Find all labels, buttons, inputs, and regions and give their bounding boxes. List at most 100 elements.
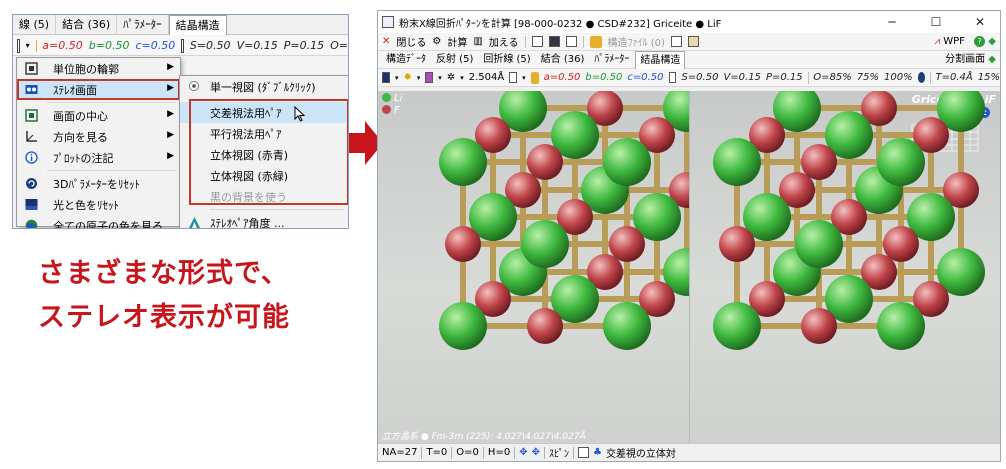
submenu-item-anaglyph-red-blue[interactable]: 立体視図 (赤青)	[180, 144, 348, 165]
maximize-button[interactable]: ☐	[916, 11, 956, 33]
globe-icon	[25, 219, 38, 228]
opacity-100[interactable]: 100%	[884, 72, 913, 83]
status-separator	[421, 446, 423, 459]
menu-item-reset-3d[interactable]: 3Dﾊﾟﾗﾒｰﾀｰをﾘｾｯﾄ	[17, 173, 180, 194]
menu-item-label: 単位胞の輪郭	[53, 62, 119, 76]
caption-line-1: さまざまな形式で、	[38, 258, 289, 289]
tab-crystal-structure[interactable]: 結晶構造	[168, 15, 227, 35]
dropdown-arrow-icon[interactable]: ▾	[395, 74, 399, 82]
menu-item-label: 立体視図 (赤青)	[210, 148, 289, 162]
toolbar-separator	[929, 71, 931, 84]
param-a: a=0.50	[543, 72, 581, 83]
status-separator	[482, 446, 484, 459]
dropdown-arrow-icon[interactable]: ▾	[417, 74, 421, 82]
toolbar-separator	[807, 71, 809, 84]
tab-diffraction-lines[interactable]: 回折線 (5)	[479, 51, 534, 69]
status-separator	[543, 446, 545, 459]
menu-item-view-direction[interactable]: 方向を見る ▶	[17, 126, 180, 147]
folder-icon[interactable]	[687, 36, 699, 47]
param-o: O=	[330, 39, 349, 52]
dropdown-arrow-icon[interactable]: ▾	[26, 41, 30, 50]
param-c: c=0.50	[135, 39, 176, 52]
menu-item-reset-light[interactable]: 光と色をﾘｾｯﾄ	[17, 194, 180, 215]
tab-parameters[interactable]: ﾊﾟﾗﾒｰﾀｰ	[590, 51, 633, 69]
help-icon[interactable]: ?	[974, 36, 986, 47]
menu-screenshot: 線 (5) 結合 (36) ﾊﾟﾗﾒｰﾀｰ 結晶構造 ▾ a=0.50 b=0.…	[12, 14, 349, 229]
distance-value[interactable]: 2.504Å	[469, 72, 504, 83]
dropdown-arrow-icon[interactable]: ▾	[460, 74, 464, 82]
atom-f	[527, 308, 563, 344]
atom-li	[603, 138, 651, 186]
tab-reflections[interactable]: 反射 (5)	[432, 51, 477, 69]
minimize-button[interactable]: ─	[872, 11, 912, 33]
dropdown-arrow-icon[interactable]: ▾	[438, 74, 442, 82]
submenu-item-anaglyph-red-green[interactable]: 立体視図 (赤緑)	[180, 165, 348, 186]
submenu-item-stereo-angle[interactable]: ｽﾃﾚｵﾍﾟｱ角度 ...	[180, 212, 348, 228]
club-icon: ♣	[592, 447, 602, 458]
dropdown-arrow-icon[interactable]: ▾	[522, 74, 526, 82]
tab-bonds[interactable]: 結合 (36)	[537, 51, 589, 69]
add-button[interactable]: 加える	[489, 34, 519, 49]
menu-item-plot-annotation[interactable]: ﾌﾟﾛｯﾄの注記 ▶	[17, 147, 180, 168]
structure-file-button[interactable]: 構造ﾌｧｲﾙ (0)	[608, 34, 665, 49]
chevron-right-icon: ▶	[167, 109, 174, 119]
reset-icon[interactable]	[917, 72, 925, 83]
stereo-icon	[25, 85, 38, 94]
grid-icon[interactable]	[509, 72, 518, 83]
atom-li	[795, 220, 843, 268]
save-icon[interactable]	[548, 36, 560, 47]
stereo-viewport[interactable]: Li F Griceite ● LiF a b c 立方晶系 ● Fm-3m (…	[378, 91, 1000, 445]
copy-icon[interactable]	[565, 36, 577, 47]
opacity-75[interactable]: 75%	[857, 72, 879, 83]
light-bulb-icon[interactable]: ✹	[403, 72, 411, 83]
radio-selected-icon	[189, 81, 199, 91]
status-bar: NA=27 T=0 O=0 H=0 ✥ ✥ ｽﾋﾟﾝ ♣ 交差視の立体対	[378, 443, 1000, 461]
close-window-button[interactable]: ✕	[960, 11, 1000, 33]
menu-item-label: 黒の背景を使う	[210, 190, 287, 204]
atom-radius-icon[interactable]: ✲	[447, 72, 455, 83]
submenu-item-single-view[interactable]: 単一視図 (ﾀﾞﾌﾞﾙｸﾘｯｸ)	[180, 76, 348, 97]
table-icon[interactable]	[670, 36, 682, 47]
grid-icon[interactable]	[17, 38, 20, 53]
box-icon[interactable]	[181, 38, 184, 53]
tab-lines[interactable]: 線 (5)	[13, 15, 57, 35]
atom-li	[439, 138, 487, 186]
submenu-item-black-background: 黒の背景を使う	[180, 186, 348, 207]
expand-icon[interactable]: ◆	[988, 36, 996, 47]
param-15[interactable]: 15%	[978, 72, 1000, 83]
print-icon[interactable]	[531, 36, 543, 47]
lock-icon[interactable]	[530, 71, 539, 84]
menu-item-label: 平行視法用ﾍﾟｱ	[210, 127, 282, 141]
background-icon[interactable]	[382, 72, 390, 83]
menu-separator	[210, 99, 344, 100]
spin-button[interactable]: ｽﾋﾟﾝ	[549, 445, 569, 460]
title-bar: 粉末X線回折ﾊﾟﾀｰﾝを計算 [98-000-0232 ● CSD#232] G…	[378, 11, 1000, 33]
split-toggle-icon[interactable]: ◆	[988, 54, 996, 65]
lock-icon[interactable]	[589, 35, 602, 48]
calculate-button[interactable]: 計算	[447, 34, 467, 49]
submenu-item-cross-eye-pair[interactable]: 交差視法用ﾍﾟｱ	[180, 102, 348, 123]
param-o: O=85%	[813, 72, 852, 83]
menu-item-label: 画面の中心	[53, 109, 108, 123]
wpf-chart-icon: ⩘	[934, 36, 941, 47]
box-icon[interactable]	[577, 447, 589, 458]
box-icon[interactable]	[668, 72, 677, 83]
left-param-row: ▾ a=0.50 b=0.50 c=0.50 S=0.50 V=0.15 P=0…	[13, 36, 348, 56]
tab-structure-data[interactable]: 構造ﾃﾞｰﾀ	[382, 51, 430, 69]
color-icon[interactable]	[425, 72, 434, 83]
menu-item-stereo[interactable]: ｽﾃﾚｵ画面 ▶	[17, 79, 180, 100]
tab-parameters[interactable]: ﾊﾟﾗﾒｰﾀｰ	[117, 15, 169, 35]
lock-icon[interactable]	[35, 39, 37, 52]
menu-item-all-atom-colors[interactable]: 全ての原子の色を見る	[17, 215, 180, 228]
tab-bonds[interactable]: 結合 (36)	[56, 15, 118, 35]
status-separator	[514, 446, 516, 459]
menu-item-unit-cell[interactable]: 単位胞の輪郭 ▶	[17, 58, 180, 79]
close-button[interactable]: 閉じる	[396, 34, 426, 49]
tab-crystal-structure[interactable]: 結晶構造	[635, 50, 686, 69]
split-screen-button[interactable]: 分割画面	[945, 54, 985, 65]
rotate-icon[interactable]: ✥	[519, 447, 527, 458]
menu-item-center[interactable]: 画面の中心 ▶	[17, 105, 180, 126]
submenu-item-parallel-pair[interactable]: 平行視法用ﾍﾟｱ	[180, 123, 348, 144]
wpf-button[interactable]: WPF	[943, 36, 965, 47]
move-icon[interactable]: ✥	[532, 447, 540, 458]
